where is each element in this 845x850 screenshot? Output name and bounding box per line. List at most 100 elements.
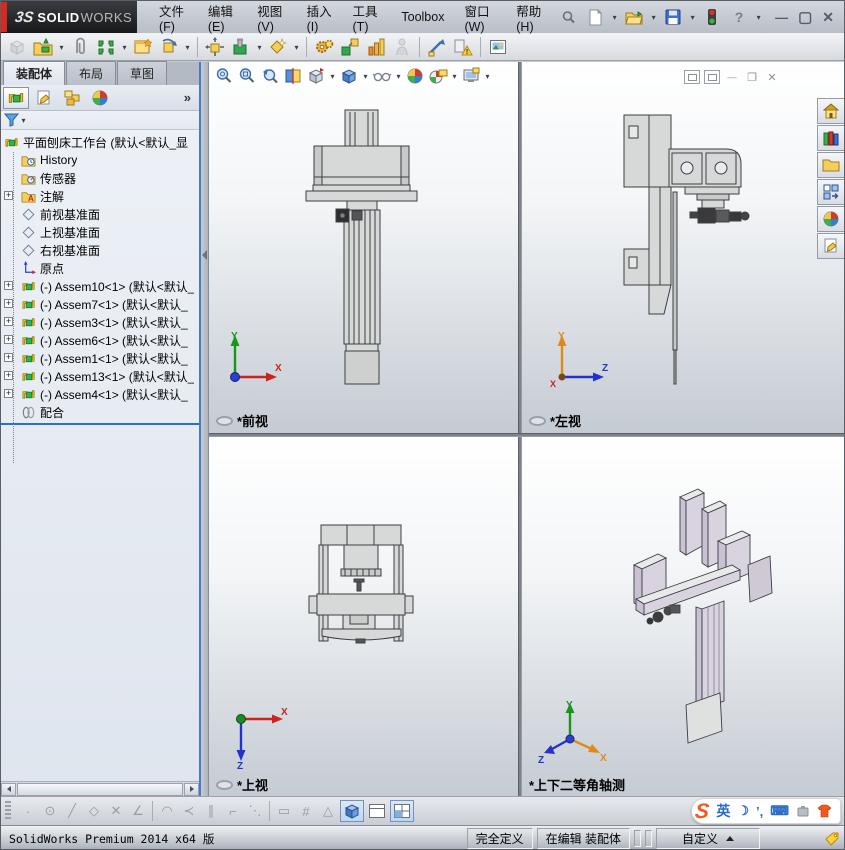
view-settings-caret[interactable] — [483, 65, 492, 87]
hide-show-items-icon[interactable] — [371, 65, 393, 87]
assembly-features-caret[interactable] — [292, 36, 301, 58]
chevron-expand-icon[interactable] — [184, 89, 197, 107]
apply-scene-icon[interactable] — [427, 65, 449, 87]
help-icon[interactable]: ? — [727, 6, 751, 28]
snap-point-icon[interactable]: · — [17, 804, 39, 819]
snap-angle-icon[interactable]: ∠ — [127, 803, 149, 819]
expand-icon[interactable] — [4, 371, 13, 380]
new-document-icon[interactable] — [583, 6, 607, 28]
angle-snap-icon[interactable]: △ — [317, 803, 339, 819]
viewport-top[interactable]: X Z *上视 — [209, 437, 518, 797]
menu-insert[interactable]: 插入(I) — [297, 1, 343, 38]
tree-item-assem7[interactable]: (-) Assem7<1> (默认<默认_ — [1, 295, 199, 313]
tree-item-assem13[interactable]: (-) Assem13<1> (默认<默认_ — [1, 367, 199, 385]
grid-icon[interactable]: # — [295, 804, 317, 819]
move-component-icon[interactable] — [203, 35, 227, 59]
rotate-component-icon[interactable] — [157, 35, 181, 59]
tree-item-history[interactable]: History — [1, 151, 199, 169]
viewport-splitter-vertical[interactable] — [518, 62, 522, 797]
viewport-front[interactable]: Y X *前视 — [209, 62, 518, 433]
viewport-left[interactable]: Y Z X *左视 — [522, 62, 844, 433]
ime-fullhalf-icon[interactable]: ☽ — [737, 803, 749, 819]
tree-item-root[interactable]: 平面刨床工作台 (默认<默认_显 — [1, 133, 199, 151]
open-document-caret[interactable] — [649, 6, 658, 28]
menu-toolbox[interactable]: Toolbox — [391, 6, 454, 28]
pane-left-icon[interactable] — [684, 70, 700, 84]
panel-horizontal-scrollbar[interactable] — [1, 781, 199, 796]
restore-document-icon[interactable] — [744, 70, 760, 84]
mate-icon[interactable] — [94, 35, 118, 59]
zoom-to-fit-icon[interactable] — [213, 65, 235, 87]
previous-view-icon[interactable] — [259, 65, 281, 87]
assembly-visualization-icon[interactable] — [364, 35, 388, 59]
snap-perpendicular-icon[interactable]: ≺ — [178, 803, 200, 819]
tree-item-right-plane[interactable]: 右视基准面 — [1, 241, 199, 259]
edit-component-icon[interactable] — [5, 35, 29, 59]
tab-sketch[interactable]: 草图 — [117, 61, 168, 85]
tree-item-top-plane[interactable]: 上视基准面 — [1, 223, 199, 241]
two-view-button[interactable] — [365, 800, 389, 822]
tree-item-origin[interactable]: 原点 — [1, 259, 199, 277]
tree-item-assem1[interactable]: (-) Assem1<1> (默认<默认_ — [1, 349, 199, 367]
ruler-icon[interactable]: ▭ — [273, 803, 295, 819]
snap-intersection-icon[interactable]: ✕ — [105, 803, 127, 819]
snap-parallel-icon[interactable]: ∥ — [200, 803, 222, 819]
display-manager-icon[interactable] — [87, 87, 113, 109]
menu-help[interactable]: 帮助(H) — [506, 1, 556, 38]
expand-icon[interactable] — [4, 335, 13, 344]
tab-layout[interactable]: 布局 — [66, 61, 117, 85]
view-lock-icon[interactable] — [529, 415, 546, 426]
assembly-features-icon[interactable] — [266, 35, 290, 59]
panel-splitter[interactable] — [201, 62, 209, 796]
save-icon[interactable] — [661, 6, 685, 28]
mate-caret[interactable] — [120, 36, 129, 58]
appearances-scenes-icon[interactable] — [817, 206, 844, 232]
expand-icon[interactable] — [4, 389, 13, 398]
snap-polygon-icon[interactable]: ◇ — [83, 803, 105, 819]
tree-item-front-plane[interactable]: 前视基准面 — [1, 205, 199, 223]
tree-item-sensors[interactable]: 传感器 — [1, 169, 199, 187]
view-palette-icon[interactable] — [817, 179, 844, 205]
attachment-icon[interactable] — [68, 35, 92, 59]
save-caret[interactable] — [688, 6, 697, 28]
featuremanager-tree-icon[interactable] — [3, 86, 29, 109]
new-document-caret[interactable] — [610, 6, 619, 28]
smart-fasteners-icon[interactable] — [229, 35, 253, 59]
smart-fasteners-caret[interactable] — [255, 36, 264, 58]
tree-item-mates[interactable]: 配合 — [1, 403, 199, 421]
menu-edit[interactable]: 编辑(E) — [198, 1, 247, 38]
update-references-icon[interactable]: ! — [451, 35, 475, 59]
view-lock-icon[interactable] — [216, 779, 233, 790]
four-view-button[interactable] — [390, 800, 414, 822]
single-view-button[interactable] — [340, 800, 364, 822]
exploded-view-icon[interactable] — [338, 35, 362, 59]
menu-tools[interactable]: 工具(T) — [343, 1, 392, 38]
rotate-component-caret[interactable] — [183, 36, 192, 58]
apply-scene-caret[interactable] — [450, 65, 459, 87]
property-manager-icon[interactable] — [31, 87, 57, 109]
sogou-logo[interactable]: S — [694, 800, 710, 823]
viewport-isometric[interactable]: Y X Z *上下二等角轴测 — [522, 437, 844, 797]
tree-item-annotations[interactable]: A 注解 — [1, 187, 199, 205]
viewport-splitter-horizontal[interactable] — [209, 433, 844, 437]
toolbar-grip[interactable] — [5, 801, 11, 821]
expand-icon[interactable] — [4, 191, 13, 200]
edit-appearance-icon[interactable] — [404, 65, 426, 87]
ime-keyboard-icon[interactable]: ⌨ — [770, 803, 789, 819]
close-button[interactable] — [822, 10, 834, 24]
hide-show-items-caret[interactable] — [394, 65, 403, 87]
preview-window-icon[interactable] — [131, 35, 155, 59]
view-lock-icon[interactable] — [216, 415, 233, 426]
custom-properties-icon[interactable] — [817, 233, 844, 259]
ime-punctuation-icon[interactable]: ’, — [756, 804, 763, 819]
minimize-button[interactable] — [775, 11, 788, 24]
view-orientation-caret[interactable] — [328, 65, 337, 87]
display-style-icon[interactable] — [338, 65, 360, 87]
design-library-icon[interactable] — [817, 125, 844, 151]
minimize-document-icon[interactable] — [724, 70, 740, 84]
pane-right-icon[interactable] — [704, 70, 720, 84]
expand-icon[interactable] — [4, 299, 13, 308]
view-orientation-icon[interactable] — [305, 65, 327, 87]
ime-toolbox-icon[interactable] — [796, 804, 810, 818]
scroll-right-icon[interactable] — [184, 782, 199, 796]
